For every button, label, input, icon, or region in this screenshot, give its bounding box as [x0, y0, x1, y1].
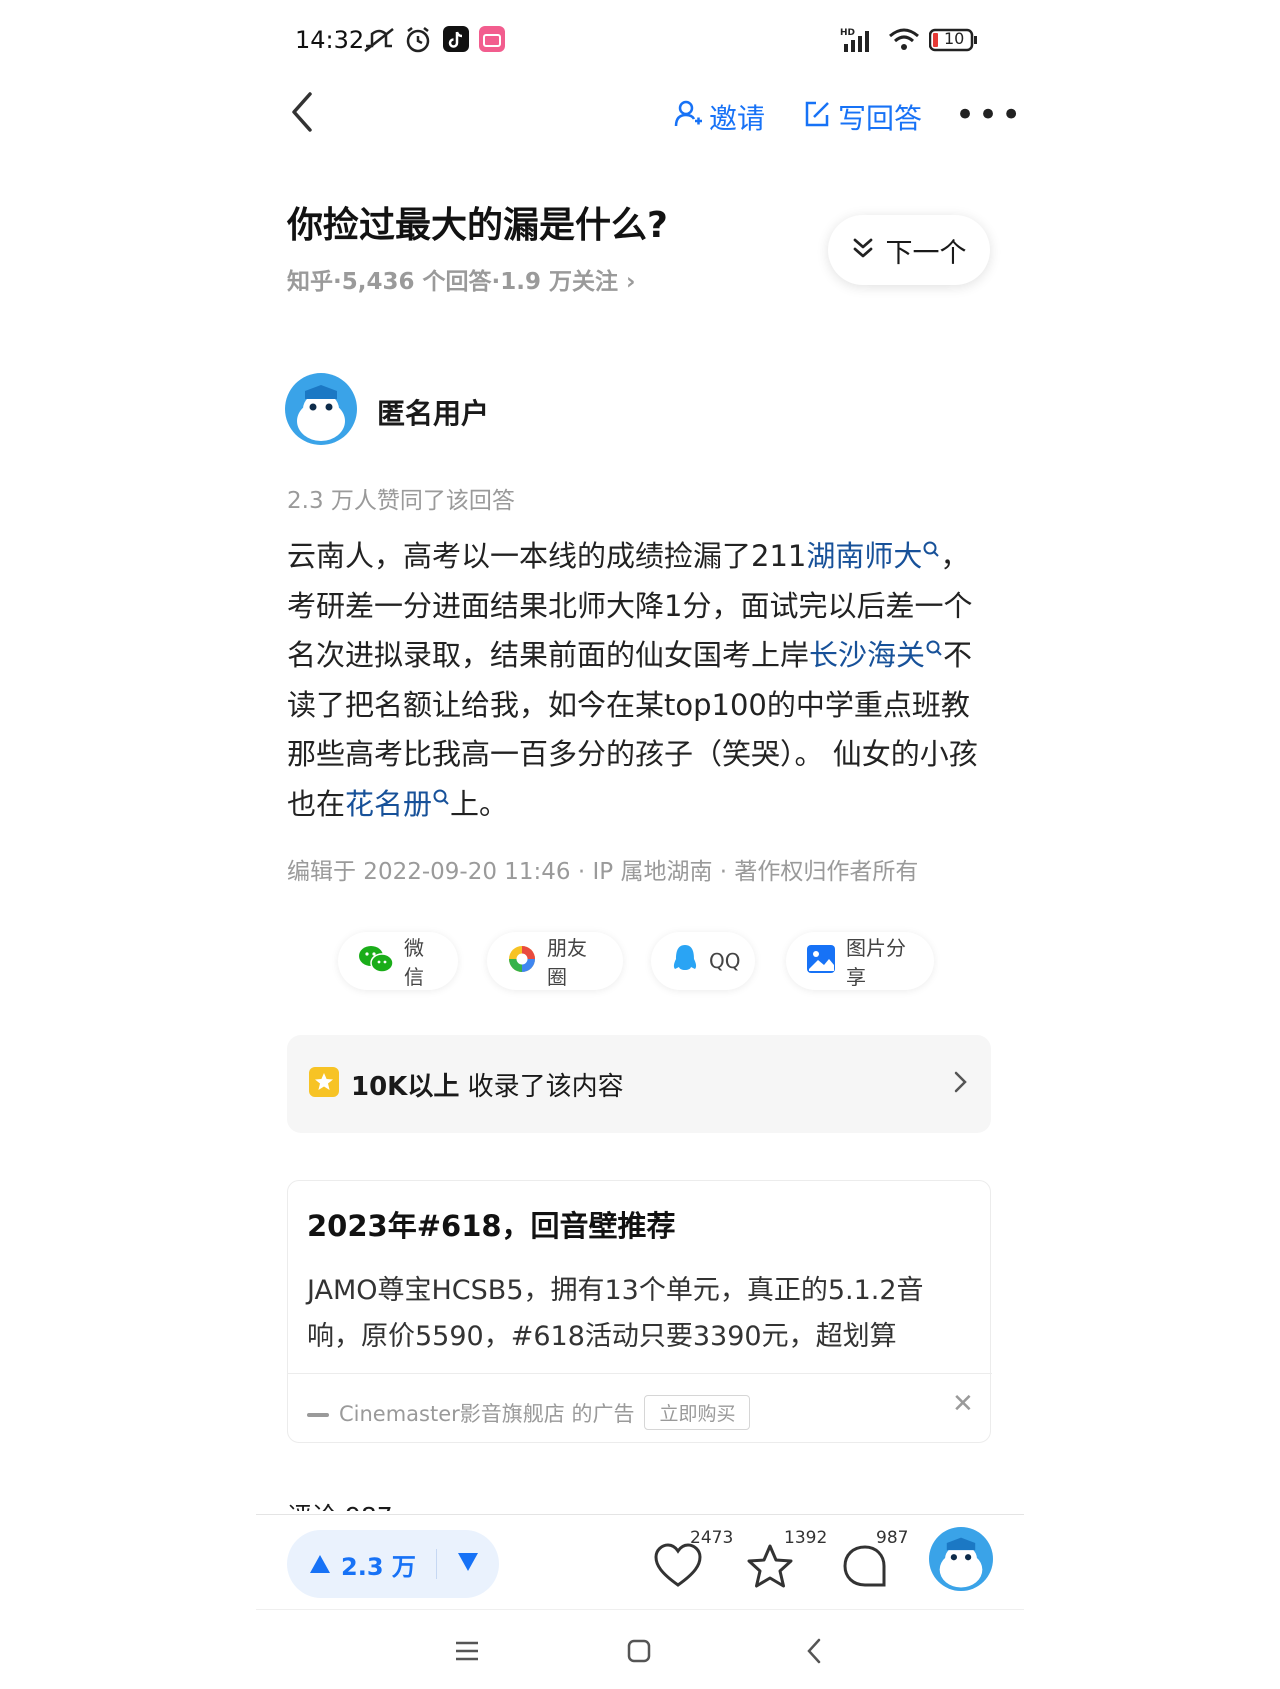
approve-count-text: 2.3 万人赞同了该回答: [287, 488, 515, 514]
chevron-right-icon: [953, 1070, 969, 1098]
bilibili-app-icon: [479, 26, 505, 54]
tiktok-app-icon: [443, 26, 469, 54]
share-image-button[interactable]: 图片分享: [786, 932, 934, 990]
star-icon[interactable]: [745, 1543, 795, 1595]
back-icon[interactable]: [290, 92, 314, 136]
share-image-label: 图片分享: [846, 936, 906, 989]
status-time: 14:32: [295, 26, 365, 54]
wechat-icon: [358, 944, 394, 979]
svg-text:HD: HD: [840, 28, 855, 38]
collection-text: 10K以上 收录了该内容: [351, 1071, 624, 1102]
next-question-label: 下一个: [885, 237, 967, 269]
vote-control: 2.3 万: [287, 1530, 499, 1598]
keyword-link-changsha-customs[interactable]: 长沙海关: [809, 638, 943, 672]
ad-body: JAMO尊宝HCSB5，拥有13个单元，真正的5.1.2音响，原价5590，#6…: [307, 1275, 924, 1352]
image-icon: [806, 944, 836, 979]
question-title[interactable]: 你捡过最大的漏是什么?: [287, 196, 668, 248]
bottom-bar-divider: [256, 1514, 1024, 1515]
write-icon: [802, 99, 832, 136]
heart-icon[interactable]: [653, 1543, 703, 1593]
vote-count: 2.3 万: [341, 1552, 416, 1581]
share-moments-label: 朋友圈: [547, 936, 587, 989]
answer-text: 云南人，高考以一本线的成绩捡漏了211: [287, 539, 807, 573]
buy-now-button[interactable]: 立即购买: [644, 1395, 751, 1430]
home-icon[interactable]: [627, 1639, 651, 1667]
alarm-icon: [404, 26, 432, 54]
ad-divider: [288, 1373, 992, 1374]
wifi-icon: [887, 26, 921, 54]
menu-icon[interactable]: [455, 1640, 479, 1666]
mute-icon: [362, 26, 396, 54]
answer-content: 云南人，高考以一本线的成绩捡漏了211湖南师大 ，考研差一分进面结果北师大降1分，…: [287, 532, 997, 829]
ad-source: Cinemaster影音旗舰店 的广告: [339, 1401, 635, 1426]
bottom-divider: [256, 1609, 1024, 1610]
invite-label: 邀请: [709, 102, 766, 135]
keyword-link-hunan-normal[interactable]: 湖南师大: [806, 539, 940, 573]
author-avatar[interactable]: [285, 373, 357, 445]
write-answer-button[interactable]: 写回答: [802, 97, 922, 137]
collection-star-icon: [309, 1067, 339, 1101]
vote-separator: [435, 1549, 437, 1579]
qq-icon: [671, 943, 699, 980]
double-chevron-down-icon: [852, 235, 874, 266]
battery-level: 10: [944, 29, 965, 48]
share-wechat-label: 微信: [404, 936, 424, 989]
write-answer-label: 写回答: [838, 102, 923, 135]
share-qq-button[interactable]: QQ: [651, 932, 755, 990]
advertiser-logo-icon: [307, 1401, 329, 1425]
system-back-icon[interactable]: [806, 1638, 822, 1668]
keyword-link-roster[interactable]: 花名册: [345, 787, 450, 821]
share-qq-label: QQ: [709, 949, 741, 973]
ad-title: 2023年#618，回音壁推荐: [307, 1209, 676, 1243]
moments-icon: [507, 944, 537, 979]
answer-text: 上。: [450, 786, 509, 821]
my-avatar[interactable]: [929, 1527, 993, 1591]
downvote-button[interactable]: [457, 1550, 479, 1578]
ad-close-icon[interactable]: ✕: [952, 1389, 974, 1419]
ad-footer: Cinemaster影音旗舰店 的广告 立即购买: [307, 1395, 751, 1430]
next-question-button[interactable]: 下一个: [828, 215, 990, 285]
edit-info: 编辑于 2022-09-20 11:46 · IP 属地湖南 · 著作权归作者所…: [287, 859, 919, 885]
invite-button[interactable]: 邀请: [673, 97, 765, 137]
share-wechat-button[interactable]: 微信: [338, 932, 458, 990]
upvote-button[interactable]: 2.3 万: [309, 1547, 416, 1582]
cell-signal-icon: HD: [840, 26, 878, 54]
comment-icon[interactable]: [840, 1543, 890, 1595]
collection-bar[interactable]: 10K以上 收录了该内容: [287, 1035, 991, 1133]
author-name[interactable]: 匿名用户: [377, 392, 489, 432]
comments-heading: 评论 987: [287, 1497, 393, 1511]
invite-icon: [673, 99, 703, 136]
question-meta[interactable]: 知乎·5,436 个回答·1.9 万关注 ›: [287, 262, 635, 296]
share-moments-button[interactable]: 朋友圈: [487, 932, 623, 990]
more-icon[interactable]: •••: [955, 95, 1024, 135]
ad-card[interactable]: 2023年#618，回音壁推荐 JAMO尊宝HCSB5，拥有13个单元，真正的5…: [287, 1180, 992, 1443]
